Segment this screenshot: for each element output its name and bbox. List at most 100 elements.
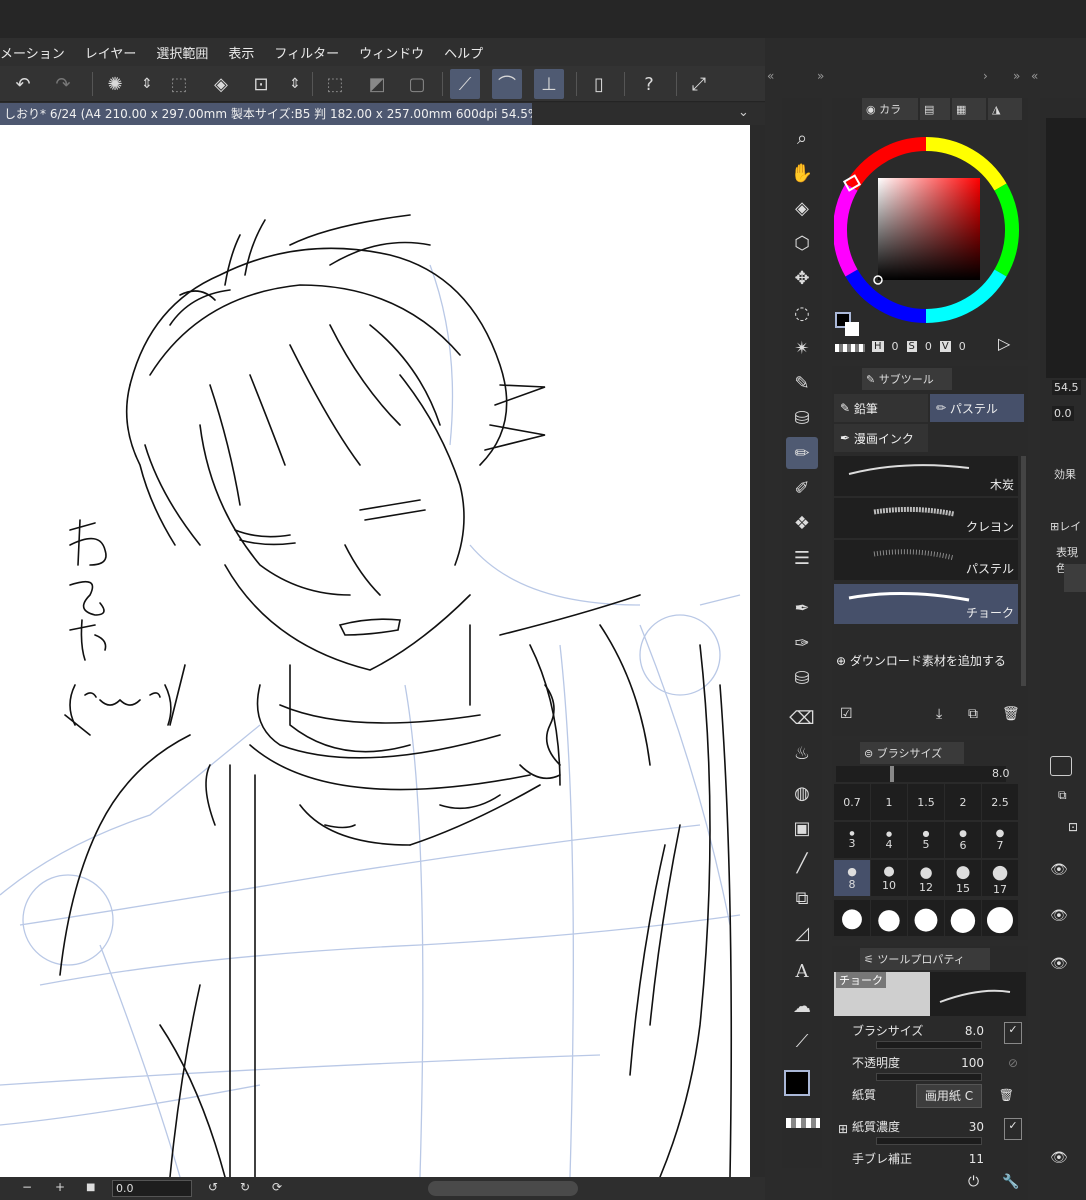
menu-item-animation[interactable]: メーション — [0, 43, 75, 62]
import-icon[interactable]: ⤓ — [936, 706, 942, 722]
fit-icon[interactable]: ■ — [86, 1182, 95, 1193]
brush-preset[interactable]: ● 3 — [834, 822, 870, 858]
zoom-tool-icon[interactable]: ⌕ — [786, 122, 818, 154]
brush-preset[interactable]: ● 17 — [982, 860, 1018, 896]
brush-preset[interactable]: ● 6 — [945, 822, 981, 858]
prop-paper-texture[interactable]: 紙質 画用紙 C 🗑 — [852, 1084, 1024, 1116]
tab-color-history[interactable]: ▦ — [952, 98, 986, 120]
brush-size-slider[interactable] — [836, 766, 1006, 782]
brush-preset[interactable]: 1 — [871, 784, 907, 820]
magic-wand-icon[interactable]: ✴ — [786, 332, 818, 364]
prop-brush-size[interactable]: ブラシサイズ 8.0 ✓ — [852, 1022, 1024, 1052]
transform-stepper-icon[interactable]: ⇕ — [280, 69, 310, 99]
rotate-right-icon[interactable]: ↻ — [240, 1180, 250, 1194]
chevron-down-icon[interactable]: ⌄ — [738, 105, 749, 120]
brush-preset[interactable]: ● 5 — [908, 822, 944, 858]
object-tool-icon[interactable]: ⬡ — [786, 227, 818, 259]
main-color-swatch[interactable] — [784, 1070, 810, 1096]
navigator-angle[interactable]: 0.0 — [1052, 406, 1074, 421]
layer-mask-icon[interactable] — [1050, 756, 1072, 776]
subtool-scrollbar[interactable] — [1021, 456, 1026, 686]
tab-subtool[interactable]: ✎ サブツール — [862, 368, 952, 390]
copy-layer-icon[interactable]: ⧉ — [1058, 788, 1067, 803]
brush-preset-large[interactable]: ● — [908, 900, 944, 936]
eye-icon[interactable]: 👁 — [1050, 908, 1068, 924]
clear-icon[interactable]: ◩ — [362, 69, 392, 99]
prop-stabilization[interactable]: 手ブレ補正 11 — [852, 1150, 1024, 1180]
expand-right-icon[interactable]: » — [1013, 69, 1020, 83]
decoration-icon[interactable]: ❖ — [786, 507, 818, 539]
eraser-icon[interactable]: ⌫ — [786, 702, 818, 734]
undo-icon[interactable]: ↶ — [8, 69, 38, 99]
brush-item-crayon[interactable]: クレヨン — [834, 498, 1018, 538]
wrench-icon[interactable]: 🔧 — [1002, 1174, 1019, 1190]
menu-item-layer[interactable]: レイヤー — [75, 43, 147, 62]
vertical-scrollbar[interactable] — [750, 125, 765, 1177]
rotation-input[interactable]: 0.0 — [112, 1180, 192, 1197]
transparent-color-swatch[interactable] — [786, 1118, 820, 1128]
text-tool-icon[interactable]: A — [786, 955, 818, 987]
prop-slider[interactable] — [876, 1073, 982, 1081]
clear-outside-icon[interactable]: ⬚ — [320, 69, 350, 99]
blend-icon[interactable]: ♨ — [786, 737, 818, 769]
eye-icon[interactable]: 👁 — [1050, 956, 1068, 972]
prop-opacity[interactable]: 不透明度 100 ⊘ — [852, 1054, 1024, 1084]
move-tool-icon[interactable]: ✥ — [786, 262, 818, 294]
check-icon[interactable]: ✓ — [1004, 1118, 1022, 1140]
select-all-icon[interactable]: ✺ — [100, 69, 130, 99]
prop-value[interactable]: 8.0 — [965, 1024, 984, 1038]
ruler-icon[interactable]: ◿ — [786, 917, 818, 949]
lasso-icon[interactable]: ◌ — [786, 297, 818, 329]
trash-icon[interactable]: 🗑 — [1002, 706, 1020, 722]
tab-approx-color[interactable]: ◮ — [988, 98, 1022, 120]
tab-tool-property[interactable]: ⚟ ツールプロパティ — [860, 948, 990, 970]
ink-pen-icon[interactable]: ✑ — [786, 627, 818, 659]
play-icon[interactable]: ▷ — [998, 334, 1010, 353]
help-icon[interactable]: ? — [634, 69, 664, 99]
brush-preset-large[interactable]: ● — [945, 899, 981, 937]
brush-preset[interactable]: 0.7 — [834, 784, 870, 820]
expand-right-icon[interactable]: » — [817, 69, 824, 83]
trash-icon[interactable]: 🗑 — [999, 1088, 1014, 1102]
slider-handle[interactable] — [890, 766, 894, 782]
brush-preset[interactable]: ● 4 — [871, 822, 907, 858]
brush-preset-large[interactable]: ● — [982, 898, 1018, 938]
balloon-icon[interactable]: ☁ — [786, 990, 818, 1022]
brush-preset[interactable]: 1.5 — [908, 784, 944, 820]
color-wheel[interactable] — [834, 128, 1028, 332]
correction-line-icon[interactable]: ⟋ — [786, 1025, 818, 1057]
brush-preset[interactable]: 2.5 — [982, 784, 1018, 820]
hsv-v-value[interactable]: 0 — [959, 340, 966, 353]
pencil-tool-icon[interactable]: ✏ — [786, 437, 818, 469]
fill-icon[interactable]: ◈ — [206, 69, 236, 99]
drawing-canvas[interactable] — [0, 125, 750, 1177]
menu-item-help[interactable]: ヘルプ — [434, 43, 493, 62]
tool-settings-icon[interactable]: ⏻ — [968, 1174, 979, 1190]
menu-item-filter[interactable]: フィルター — [264, 43, 349, 62]
brush-preset[interactable]: ● 10 — [871, 860, 907, 896]
check-icon[interactable]: ✓ — [1004, 1022, 1022, 1044]
add-material-button[interactable]: ⊕ ダウンロード素材を追加する — [836, 652, 1006, 669]
brush-item-pastel[interactable]: パステル — [834, 540, 1018, 580]
brush-preset[interactable]: ● 7 — [982, 822, 1018, 858]
chevron-right-icon[interactable]: › — [983, 69, 988, 83]
collapse-left-icon[interactable]: « — [1031, 69, 1038, 83]
brush-item-charcoal[interactable]: 木炭 — [834, 456, 1018, 496]
hsv-h-value[interactable]: 0 — [892, 340, 899, 353]
pen-tool-icon[interactable]: ✒ — [786, 592, 818, 624]
fill-bucket-icon[interactable]: ◍ — [786, 777, 818, 809]
figure-line-icon[interactable]: ╱ — [786, 847, 818, 879]
frame-border-icon[interactable]: ⧉ — [786, 882, 818, 914]
prop-slider[interactable] — [876, 1041, 982, 1049]
hatching-icon[interactable]: ☰ — [786, 542, 818, 574]
tab-brush-size[interactable]: ⊜ ブラシサイズ — [860, 742, 964, 764]
smartphone-icon[interactable]: ▯ — [584, 69, 614, 99]
subtool-group-manga-ink[interactable]: ✒ 漫画インク — [834, 424, 928, 452]
crop-icon[interactable]: ▢ — [402, 69, 432, 99]
prop-value[interactable]: 100 — [961, 1056, 984, 1070]
brush-size-value[interactable]: 8.0 — [992, 767, 1010, 780]
gradient-icon[interactable]: ▣ — [786, 812, 818, 844]
deselect-icon[interactable]: ⬚ — [164, 69, 194, 99]
airbrush-icon[interactable]: ⛁ — [786, 402, 818, 434]
hand-tool-icon[interactable]: ✋ — [786, 157, 818, 189]
